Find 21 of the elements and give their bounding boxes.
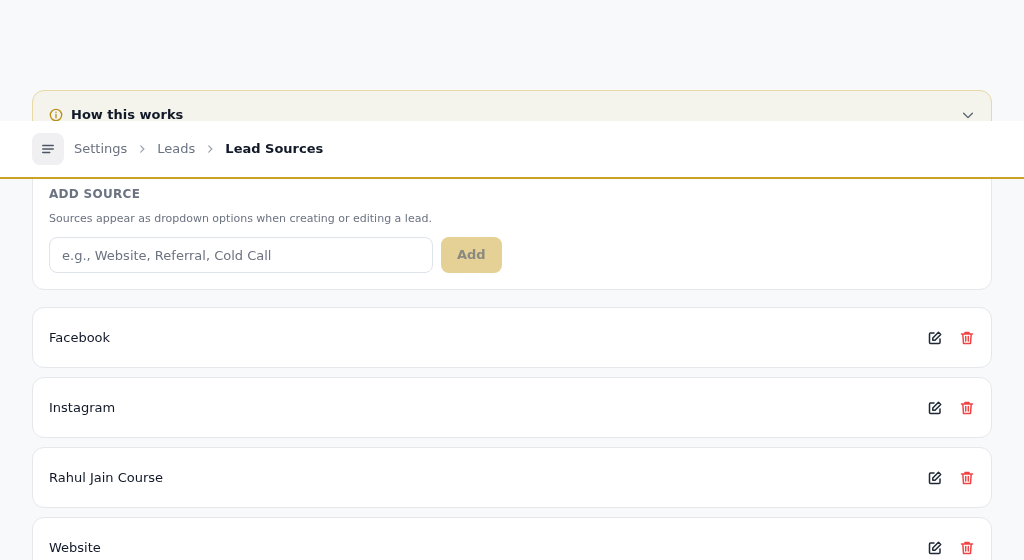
info-icon [49,107,63,122]
edit-icon[interactable] [927,399,943,416]
delete-icon[interactable] [959,329,975,346]
source-name: Instagram [49,398,117,417]
source-name: Facebook [49,328,112,347]
breadcrumb-link[interactable]: Leads [157,139,196,159]
panel-title: How this works [71,106,184,124]
delete-icon[interactable] [959,399,975,416]
breadcrumb-current: Lead Sources [225,140,324,159]
menu-button[interactable] [32,133,64,165]
source-name: Website [49,538,102,557]
delete-icon[interactable] [959,469,975,486]
edit-icon[interactable] [927,539,943,556]
menu-icon[interactable] [41,142,55,156]
breadcrumb-link[interactable]: Settings [74,139,128,159]
section-heading: ADD SOURCE [49,185,142,203]
delete-icon[interactable] [959,539,975,556]
description-text: Sources appear as dropdown options when creating or editing a lead. [49,210,433,227]
edit-icon[interactable] [927,469,943,486]
edit-icon[interactable] [927,329,943,346]
source-name: Rahul Jain Course [49,468,165,487]
